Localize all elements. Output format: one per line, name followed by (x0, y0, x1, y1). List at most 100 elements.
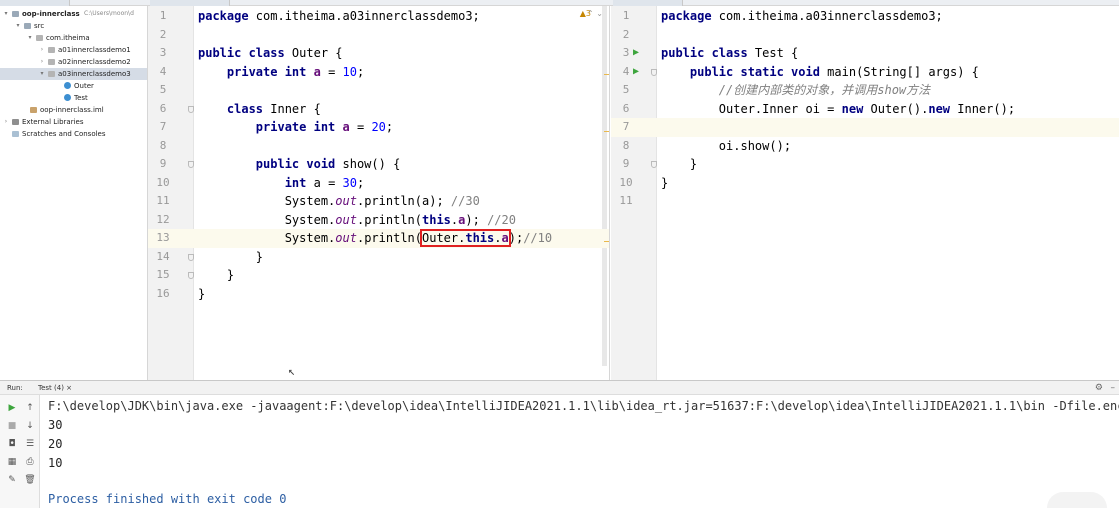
code-line[interactable]: 9 } (611, 155, 1119, 174)
tree-label-root: oop-innerclass (22, 10, 80, 18)
line-number: 15 (156, 268, 170, 281)
code-text: private int a = 10; (226, 64, 365, 79)
editor-test-java[interactable]: 1 package com.itheima.a03innerclassdemo3;… (611, 6, 1119, 380)
scroll-down-icon[interactable]: ↓ (23, 419, 37, 433)
code-text: } (661, 157, 698, 171)
code-line[interactable]: 10 int a = 30; (148, 174, 609, 193)
run-tab-test[interactable]: Test (4) × (32, 382, 78, 394)
tree-item-scratches[interactable]: Scratches and Consoles (0, 128, 147, 140)
tree-item-com-itheima[interactable]: ▾ com.itheima (0, 32, 147, 44)
scratches-icon (12, 131, 19, 137)
editor-outer-java[interactable]: ▲3 ⌃ ⌄ 1 package com.itheima.a03innerclas… (148, 6, 610, 380)
code-line[interactable]: 10} (611, 174, 1119, 193)
code-text: public class Test { (661, 46, 799, 60)
code-text: package com.itheima.a03innerclassdemo3; (661, 9, 943, 23)
code-text: } (198, 268, 235, 282)
code-line-current[interactable]: 13 System.out.println(Outer.this.a);//10 (148, 229, 609, 248)
tree-item-root[interactable]: ▾ oop-innerclass C:\Users\moon\d (0, 8, 147, 20)
code-line[interactable]: 5 //创建内部类的对象，并调用show方法 (611, 81, 1119, 100)
console-exit-message: Process finished with exit code 0 (48, 492, 287, 506)
soft-wrap-icon[interactable]: ☰ (23, 437, 37, 451)
code-line[interactable]: 4 private int a = 10; (148, 63, 609, 82)
code-line[interactable]: 1 package com.itheima.a03innerclassdemo3; (148, 7, 609, 26)
close-icon[interactable]: × (66, 384, 72, 392)
tree-item-demo1[interactable]: › a01innerclassdemo1 (0, 44, 147, 56)
trash-icon[interactable]: 🗑 (23, 473, 37, 487)
package-icon (48, 47, 55, 53)
code-line[interactable]: 3 ▶ public class Test { (611, 44, 1119, 63)
chevron-down-icon[interactable]: ▾ (14, 20, 22, 32)
fold-marker-icon[interactable] (188, 105, 194, 113)
camera-icon[interactable]: ◘ (5, 437, 19, 451)
fold-marker-icon[interactable] (651, 68, 657, 76)
code-line[interactable]: 12 System.out.println(this.a); //20 (148, 211, 609, 230)
code-line[interactable]: 2 (611, 26, 1119, 45)
rerun-icon[interactable]: ▶ (5, 401, 19, 415)
code-line[interactable]: 4 ▶ public static void main(String[] args… (611, 63, 1119, 82)
code-line[interactable]: 2 (148, 26, 609, 45)
run-title: Run: (7, 384, 23, 392)
tree-label-external-libraries: External Libraries (22, 118, 84, 126)
code-line[interactable]: 9 public void show() { (148, 155, 609, 174)
console-output[interactable]: F:\develop\JDK\bin\java.exe -javaagent:F… (48, 395, 1119, 508)
code-line[interactable]: 16} (148, 285, 609, 304)
line-number: 13 (156, 231, 170, 244)
gear-icon[interactable]: ⚙ (1095, 381, 1103, 395)
chevron-down-icon[interactable]: ▾ (2, 8, 10, 20)
tree-item-demo2[interactable]: › a02innerclassdemo2 (0, 56, 147, 68)
tree-label-package: com.itheima (46, 34, 90, 42)
chevron-down-icon[interactable]: ▾ (38, 68, 46, 80)
code-line[interactable]: 8 (148, 137, 609, 156)
code-line[interactable]: 6 Outer.Inner oi = new Outer().new Inner… (611, 100, 1119, 119)
chevron-right-icon[interactable]: › (38, 44, 46, 56)
code-line[interactable]: 6 class Inner { (148, 100, 609, 119)
minimize-icon[interactable]: – (1111, 381, 1116, 395)
line-number: 10 (619, 175, 633, 189)
line-number: 7 (622, 120, 630, 133)
console-output-line: 30 (48, 418, 63, 432)
scroll-up-icon[interactable]: ↑ (23, 401, 37, 415)
line-number: 7 (159, 120, 167, 133)
code-line[interactable]: 5 (148, 81, 609, 100)
tree-item-src[interactable]: ▾ src (0, 20, 147, 32)
stop-icon[interactable]: ■ (5, 419, 19, 433)
code-line[interactable]: 7 private int a = 20; (148, 118, 609, 137)
change-marker (604, 241, 609, 242)
ide-window: ▾ oop-innerclass C:\Users\moon\d ▾ src ▾… (0, 0, 1119, 508)
line-number: 5 (159, 83, 167, 96)
watermark-logo (1047, 492, 1107, 508)
code-text: package com.itheima.a03innerclassdemo3; (198, 9, 480, 23)
fold-marker-icon[interactable] (651, 161, 657, 168)
line-number: 2 (622, 27, 630, 41)
tree-label-demo2: a02innerclassdemo2 (58, 58, 131, 66)
line-number: 12 (156, 212, 170, 226)
run-class-icon[interactable]: ▶ (633, 44, 639, 63)
tree-item-external-libraries[interactable]: › External Libraries (0, 116, 147, 128)
layout-icon[interactable]: ▦ (5, 455, 19, 469)
code-line[interactable]: 11 System.out.println(a); //30 (148, 192, 609, 211)
fold-marker-icon[interactable] (188, 161, 194, 168)
run-main-icon[interactable]: ▶ (633, 63, 639, 82)
code-line[interactable]: 14 } (148, 248, 609, 267)
chevron-down-icon[interactable]: ▾ (26, 32, 34, 44)
tree-item-outer[interactable]: Outer (0, 80, 147, 92)
code-line[interactable]: 11 (611, 192, 1119, 211)
code-line[interactable]: 15 } (148, 266, 609, 285)
fold-marker-icon[interactable] (188, 272, 194, 279)
tree-item-iml[interactable]: oop-innerclass.iml (0, 104, 147, 116)
code-line[interactable]: 8 oi.show(); (611, 137, 1119, 156)
pin-icon[interactable]: ✎ (5, 473, 19, 487)
tree-item-test[interactable]: Test (0, 92, 147, 104)
print-icon[interactable]: ⎙ (23, 455, 37, 469)
code-text: private int a = 20; (255, 120, 394, 134)
code-line-current[interactable]: 7 (611, 118, 1119, 137)
code-line[interactable]: 3 public class Outer { (148, 44, 609, 63)
line-number: 3 (159, 46, 167, 59)
chevron-right-icon[interactable]: › (2, 116, 10, 128)
tree-item-demo3[interactable]: ▾ a03innerclassdemo3 (0, 68, 147, 80)
chevron-right-icon[interactable]: › (38, 56, 46, 68)
fold-marker-icon[interactable] (188, 253, 194, 261)
tree-label-demo3: a03innerclassdemo3 (58, 70, 131, 78)
line-number: 8 (622, 138, 630, 152)
code-line[interactable]: 1 package com.itheima.a03innerclassdemo3; (611, 7, 1119, 26)
